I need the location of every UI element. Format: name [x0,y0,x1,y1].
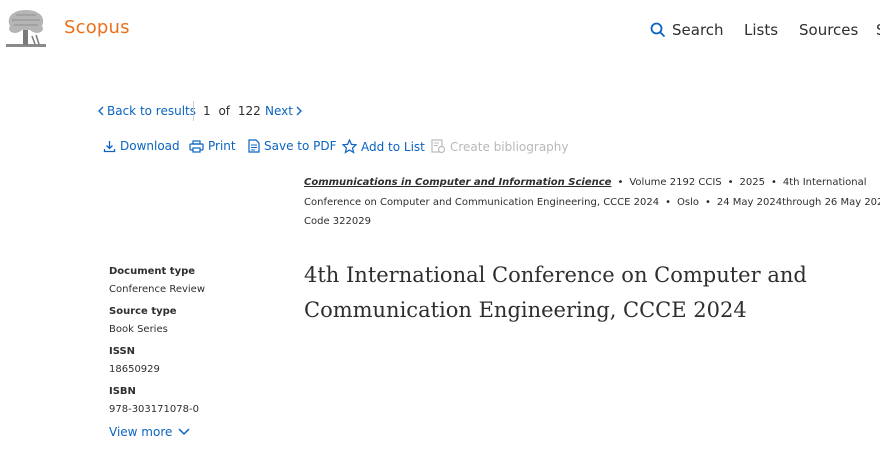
nav-item-clipped[interactable]: S [876,21,880,39]
chevron-left-icon [98,106,104,116]
issn-value: 18650929 [109,364,160,375]
print-button[interactable]: Print [189,139,236,153]
view-more-label: View more [109,425,173,439]
conference-name-part-1: 4th International [782,177,867,188]
top-bar: Scopus Search Lists Sources S [0,0,880,60]
isbn-value: 978-303171078-0 [109,404,199,415]
pager-divider [193,101,194,121]
source-year: 2025 [739,177,765,188]
add-to-list-button[interactable]: Add to List [342,139,425,154]
scopus-brand[interactable]: Scopus [64,17,130,38]
source-volume: Volume 2192 CCIS [629,177,722,188]
conference-location: Oslo [677,197,699,208]
save-to-pdf-button[interactable]: Save to PDF [248,139,337,153]
next-label: Next [265,104,293,118]
nav-lists[interactable]: Lists [744,21,778,39]
conference-code: Code 322029 [304,216,371,227]
document-type-label: Document type [109,266,196,277]
chevron-right-icon [296,106,302,116]
create-bibliography-label: Create bibliography [450,139,569,154]
download-label: Download [120,139,180,153]
source-type-label: Source type [109,306,177,317]
separator-dot: • [727,177,734,188]
elsevier-tree-logo[interactable] [2,6,50,50]
next-link[interactable]: Next [265,104,302,118]
pager-position: 1 of 122 [203,104,261,118]
pager-of: of [218,104,231,118]
pager-total: 122 [237,104,261,118]
back-to-results-label: Back to results [107,104,197,118]
source-info-line-2: Conference on Computer and Communication… [304,197,880,208]
nav-sources[interactable]: Sources [799,21,858,39]
source-type-value: Book Series [109,324,168,335]
search-icon [650,22,666,38]
document-title: 4th International Conference on Computer… [304,263,807,322]
document-type-value: Conference Review [109,284,206,295]
source-info-line-1: Communications in Computer and Informati… [304,177,867,188]
separator-dot: • [770,177,777,188]
issn-label: ISSN [109,346,136,357]
separator-dot: • [704,197,711,208]
pdf-file-icon [248,139,260,153]
print-label: Print [208,139,236,153]
add-to-list-label: Add to List [361,139,425,154]
download-button[interactable]: Download [103,139,180,153]
nav-search-label: Search [672,21,724,39]
view-more-link[interactable]: View more [109,425,190,439]
conference-dates: 24 May 2024through 26 May 2024 [716,197,880,208]
printer-icon [189,139,204,153]
create-bibliography-button[interactable]: Create bibliography [431,139,569,154]
chevron-down-icon [178,428,190,436]
separator-dot: • [665,197,671,208]
star-icon [342,139,357,154]
conference-name-part-2: Conference on Computer and Communication… [304,197,660,208]
source-title-link[interactable]: Communications in Computer and Informati… [304,177,611,188]
save-to-pdf-label: Save to PDF [264,139,337,153]
bibliography-icon [431,139,446,154]
isbn-label: ISBN [109,386,136,397]
nav-search[interactable]: Search [650,21,724,39]
pager-current: 1 [203,104,211,118]
back-to-results-link[interactable]: Back to results [98,104,196,118]
separator-dot: • [617,177,624,188]
download-icon [103,140,116,152]
